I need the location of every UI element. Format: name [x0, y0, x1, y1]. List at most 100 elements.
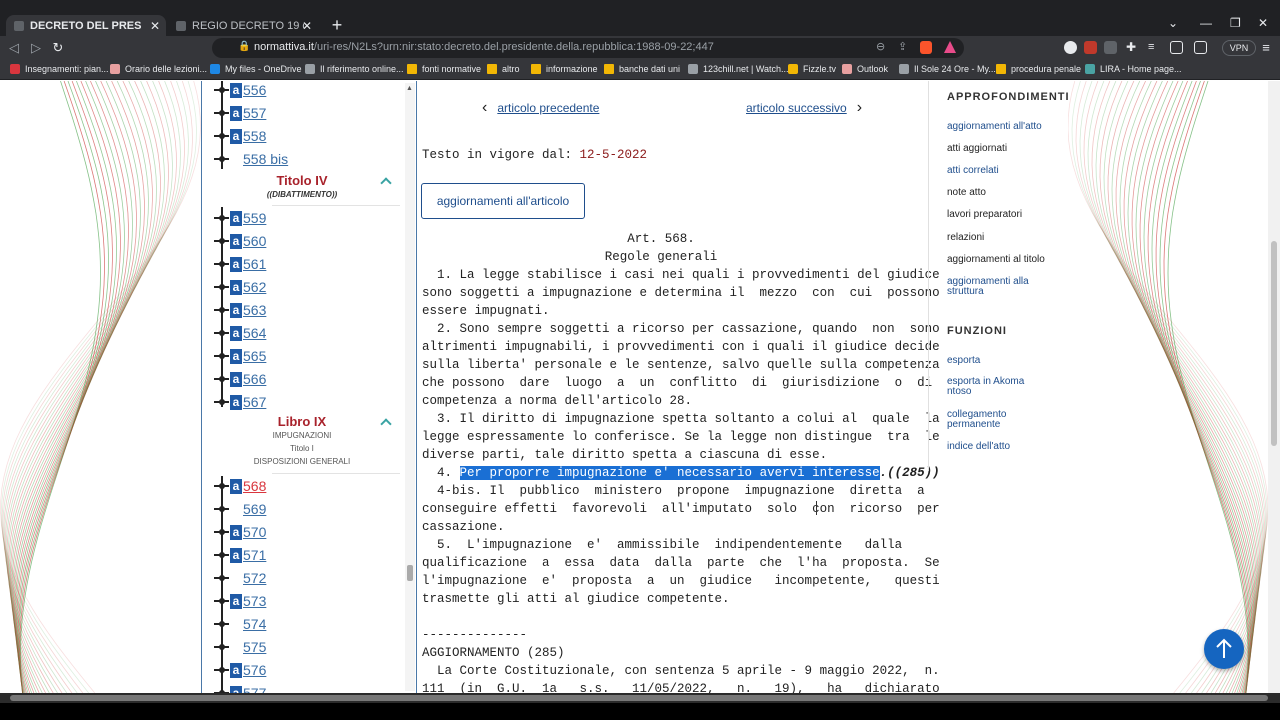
tree-item[interactable]: 572	[214, 569, 266, 587]
article-link[interactable]: 577	[243, 685, 266, 693]
article-link[interactable]: 574	[243, 616, 266, 632]
tree-item[interactable]: 569	[214, 500, 266, 518]
back-to-top-button[interactable]	[1204, 629, 1244, 669]
page-scrollbar[interactable]	[1268, 81, 1280, 693]
new-tab-plus-icon[interactable]: +	[328, 15, 346, 36]
ublock-icon[interactable]	[1084, 41, 1097, 54]
bookmark-item[interactable]: altro	[487, 64, 520, 74]
tree-scrollbar[interactable]: ▲	[405, 83, 415, 691]
article-link[interactable]: 568	[243, 478, 266, 494]
sidebar-link[interactable]: aggiornamenti al titolo	[947, 255, 1047, 265]
puzzle-icon[interactable]: ✚	[1126, 41, 1139, 54]
tab-decreto[interactable]: DECRETO DEL PRESIDENTE DELLA ✕	[6, 15, 166, 36]
close-icon[interactable]: ✕	[302, 19, 312, 33]
article-link[interactable]: 564	[243, 325, 266, 341]
tree-item[interactable]: 575	[214, 638, 266, 656]
tree-item[interactable]: a 577	[214, 684, 266, 693]
article-link[interactable]: 562	[243, 279, 266, 295]
tree-item[interactable]: a 563	[214, 301, 266, 319]
article-link[interactable]: 557	[243, 105, 266, 121]
tree-item[interactable]: a 566	[214, 370, 266, 388]
tree-item[interactable]: 574	[214, 615, 266, 633]
forward-arrow-icon[interactable]: ▷	[28, 40, 44, 56]
reload-icon[interactable]: ↻	[50, 40, 66, 56]
article-link[interactable]: 575	[243, 639, 266, 655]
article-link[interactable]: 563	[243, 302, 266, 318]
function-link[interactable]: collegamento permanente	[947, 410, 1047, 430]
bookmark-item[interactable]: Orario delle lezioni...	[110, 64, 207, 74]
article-link[interactable]: 571	[243, 547, 266, 563]
zoom-icon[interactable]: ⊖	[876, 40, 885, 53]
sidebar-link[interactable]: lavori preparatori	[947, 210, 1047, 220]
bookmark-item[interactable]: LIRA - Home page...	[1085, 64, 1182, 74]
bookmark-item[interactable]: fonti normative	[407, 64, 481, 74]
tree-item[interactable]: a 561	[214, 255, 266, 273]
tree-item[interactable]: a 576	[214, 661, 266, 679]
extension-icon[interactable]	[1104, 41, 1117, 54]
scroll-up-icon[interactable]: ▲	[406, 85, 413, 92]
vpn-button[interactable]: VPN	[1222, 40, 1256, 56]
brave-shield-icon[interactable]	[920, 41, 932, 54]
tree-item[interactable]: a 573	[214, 592, 266, 610]
bookmark-item[interactable]: Outlook	[842, 64, 888, 74]
article-link[interactable]: 570	[243, 524, 266, 540]
sidebar-link[interactable]: aggiornamenti alla struttura	[947, 277, 1047, 297]
page-scrollbar-thumb[interactable]	[1271, 241, 1277, 446]
brave-rewards-icon[interactable]	[944, 41, 956, 53]
menu-icon[interactable]: ≡	[1258, 40, 1274, 56]
article-link[interactable]: 556	[243, 82, 266, 98]
bookmark-item[interactable]: Fizzle.tv	[788, 64, 836, 74]
horizontal-scrollbar-thumb[interactable]	[10, 695, 1268, 701]
bookmark-item[interactable]: Insegnamenti: pian...	[10, 64, 109, 74]
tree-item[interactable]: a 562	[214, 278, 266, 296]
tree-item[interactable]: a 571	[214, 546, 266, 564]
article-link[interactable]: 559	[243, 210, 266, 226]
tree-item[interactable]: a 570	[214, 523, 266, 541]
sidebar-link[interactable]: atti correlati	[947, 166, 1047, 176]
restore-icon[interactable]: ❐	[1230, 16, 1241, 30]
back-arrow-icon[interactable]: ◁	[6, 40, 22, 56]
close-icon[interactable]: ✕	[150, 19, 160, 33]
tab-regio-decreto[interactable]: REGIO DECRETO 19 ottobre 1930, n. 1 ✕	[168, 15, 318, 36]
sidebar-link[interactable]: aggiornamenti all'atto	[947, 122, 1047, 132]
tree-item[interactable]: a 560	[214, 232, 266, 250]
previous-article-link[interactable]: ‹ articolo precedente	[482, 99, 599, 117]
tree-item[interactable]: a 556	[214, 81, 266, 99]
article-updates-button[interactable]: aggiornamenti all'articolo	[421, 183, 585, 219]
article-link[interactable]: 567	[243, 394, 266, 410]
sidebar-link[interactable]: relazioni	[947, 233, 1047, 243]
bookmark-item[interactable]: My files - OneDrive	[210, 64, 302, 74]
extension-icon[interactable]	[1064, 41, 1077, 54]
tree-item[interactable]: a 567	[214, 393, 266, 411]
tree-item[interactable]: a 558	[214, 127, 266, 145]
article-link[interactable]: 576	[243, 662, 266, 678]
tree-item[interactable]: 558 bis	[214, 150, 288, 168]
function-link[interactable]: esporta	[947, 356, 1047, 366]
article-link[interactable]: 569	[243, 501, 266, 517]
function-link[interactable]: esporta in Akoma ntoso	[947, 377, 1047, 397]
bookmark-item[interactable]: procedura penale	[996, 64, 1081, 74]
article-link[interactable]: 566	[243, 371, 266, 387]
wallet-icon[interactable]	[1194, 41, 1207, 54]
article-link[interactable]: 560	[243, 233, 266, 249]
window-close-icon[interactable]: ✕	[1258, 16, 1268, 30]
address-bar[interactable]: 🔒 normattiva.it/uri-res/N2Ls?urn:nir:sta…	[212, 38, 964, 58]
function-link[interactable]: indice dell'atto	[947, 442, 1047, 452]
article-link[interactable]: 558 bis	[243, 151, 288, 167]
sidebar-icon[interactable]	[1170, 41, 1183, 54]
next-article-link[interactable]: articolo successivo ›	[746, 99, 862, 117]
article-link[interactable]: 561	[243, 256, 266, 272]
tree-item[interactable]: a 557	[214, 104, 266, 122]
sidebar-link[interactable]: note atto	[947, 188, 1047, 198]
article-link[interactable]: 558	[243, 128, 266, 144]
bookmark-item[interactable]: informazione	[531, 64, 598, 74]
tree-scrollbar-thumb[interactable]	[407, 565, 413, 581]
bookmark-item[interactable]: Il riferimento online...	[305, 64, 404, 74]
article-link[interactable]: 572	[243, 570, 266, 586]
share-icon[interactable]: ⇪	[898, 40, 907, 53]
tree-item[interactable]: a 559	[214, 209, 266, 227]
chevron-down-icon[interactable]: ⌄	[1168, 16, 1178, 30]
bookmark-item[interactable]: 123chill.net | Watch...	[688, 64, 789, 74]
article-link[interactable]: 565	[243, 348, 266, 364]
article-link[interactable]: 573	[243, 593, 266, 609]
